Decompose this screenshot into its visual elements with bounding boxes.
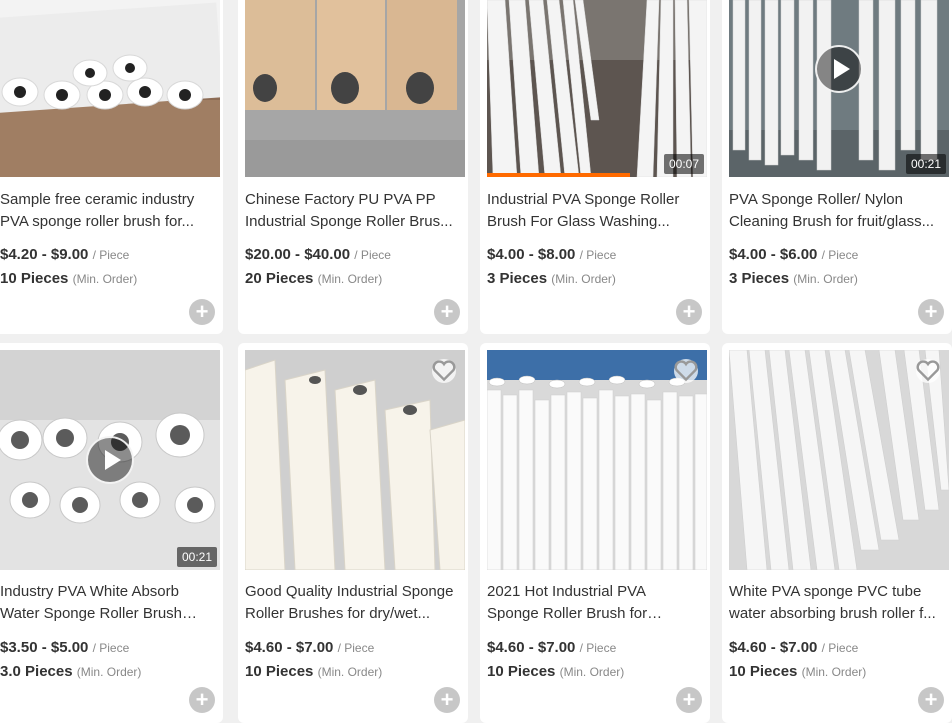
min-order: 10 Pieces	[0, 270, 69, 287]
min-order: 3 Pieces	[487, 270, 548, 287]
min-order-line: 10 Pieces (Min. Order)	[729, 663, 866, 680]
min-order-label: (Min. Order)	[76, 665, 142, 679]
heart-icon[interactable]	[916, 359, 940, 383]
price-line: $4.20 - $9.00 / Piece	[0, 246, 129, 263]
price: $3.50 - $5.00	[0, 639, 89, 656]
min-order: 20 Pieces	[245, 270, 314, 287]
product-card[interactable]: White PVA sponge PVC tube water absorbin…	[722, 343, 952, 723]
min-order-line: 20 Pieces (Min. Order)	[245, 270, 382, 287]
play-icon[interactable]	[815, 45, 863, 93]
min-order-line: 3 Pieces (Min. Order)	[487, 270, 616, 287]
min-order-label: (Min. Order)	[551, 272, 616, 286]
min-order-line: 10 Pieces (Min. Order)	[245, 663, 382, 680]
plus-icon[interactable]: +	[189, 687, 215, 713]
min-order-label: (Min. Order)	[801, 665, 867, 679]
price-unit: / Piece	[337, 641, 375, 655]
min-order-label: (Min. Order)	[72, 272, 138, 286]
min-order-label: (Min. Order)	[793, 272, 858, 286]
price-unit: / Piece	[92, 641, 130, 655]
heart-icon[interactable]	[432, 359, 456, 383]
product-title[interactable]: 2021 Hot Industrial PVA Sponge Roller Br…	[487, 581, 699, 625]
video-duration: 00:21	[905, 154, 946, 174]
price-line: $3.50 - $5.00 / Piece	[0, 639, 129, 656]
product-card[interactable]: 00:21 PVA Sponge Roller/ Nylon Cleaning …	[722, 0, 952, 334]
min-order-line: 10 Pieces (Min. Order)	[0, 270, 137, 287]
product-title[interactable]: White PVA sponge PVC tube water absorbin…	[729, 581, 941, 625]
price: $4.20 - $9.00	[0, 246, 89, 263]
price: $4.60 - $7.00	[245, 639, 334, 656]
product-image[interactable]	[245, 0, 465, 177]
price-line: $4.60 - $7.00 / Piece	[729, 639, 858, 656]
price-unit: / Piece	[821, 248, 859, 262]
price: $4.00 - $8.00	[487, 246, 576, 263]
product-card[interactable]: 00:21 Industry PVA White Absorb Water Sp…	[0, 343, 223, 723]
product-image[interactable]	[0, 0, 220, 177]
product-card[interactable]: Good Quality Industrial Sponge Roller Br…	[238, 343, 468, 723]
video-duration: 00:07	[663, 154, 704, 174]
min-order-line: 10 Pieces (Min. Order)	[487, 663, 624, 680]
price-unit: / Piece	[579, 248, 617, 262]
product-image[interactable]	[245, 350, 465, 570]
heart-icon[interactable]	[674, 359, 698, 383]
price-line: $20.00 - $40.00 / Piece	[245, 246, 391, 263]
plus-icon[interactable]: +	[434, 299, 460, 325]
plus-icon[interactable]: +	[676, 299, 702, 325]
price: $4.60 - $7.00	[729, 639, 818, 656]
product-image[interactable]: 00:07	[487, 0, 707, 177]
price-line: $4.00 - $6.00 / Piece	[729, 246, 858, 263]
min-order: 3.0 Pieces	[0, 663, 73, 680]
min-order: 3 Pieces	[729, 270, 790, 287]
min-order-label: (Min. Order)	[317, 272, 383, 286]
product-card[interactable]: Chinese Factory PU PVA PP Industrial Spo…	[238, 0, 468, 334]
plus-icon[interactable]: +	[434, 687, 460, 713]
min-order-line: 3 Pieces (Min. Order)	[729, 270, 858, 287]
price-line: $4.00 - $8.00 / Piece	[487, 246, 616, 263]
min-order-label: (Min. Order)	[317, 665, 383, 679]
min-order-label: (Min. Order)	[559, 665, 625, 679]
min-order: 10 Pieces	[487, 663, 556, 680]
min-order: 10 Pieces	[245, 663, 314, 680]
price: $20.00 - $40.00	[245, 246, 351, 263]
product-card[interactable]: 2021 Hot Industrial PVA Sponge Roller Br…	[480, 343, 710, 723]
price: $4.00 - $6.00	[729, 246, 818, 263]
product-title[interactable]: Chinese Factory PU PVA PP Industrial Spo…	[245, 189, 457, 233]
price-unit: / Piece	[354, 248, 391, 262]
price-unit: / Piece	[821, 641, 859, 655]
price-line: $4.60 - $7.00 / Piece	[245, 639, 374, 656]
min-order: 10 Pieces	[729, 663, 798, 680]
play-icon[interactable]	[86, 436, 134, 484]
product-card[interactable]: Sample free ceramic industry PVA sponge …	[0, 0, 223, 334]
product-title[interactable]: Sample free ceramic industry PVA sponge …	[0, 189, 212, 233]
product-image[interactable]	[487, 350, 707, 570]
price-line: $4.60 - $7.00 / Piece	[487, 639, 616, 656]
plus-icon[interactable]: +	[676, 687, 702, 713]
product-title[interactable]: Industry PVA White Absorb Water Sponge R…	[0, 581, 212, 625]
product-image[interactable]	[729, 350, 949, 570]
product-card[interactable]: 00:07 Industrial PVA Sponge Roller Brush…	[480, 0, 710, 334]
video-progress-bar	[487, 173, 630, 177]
product-image[interactable]: 00:21	[729, 0, 949, 177]
plus-icon[interactable]: +	[189, 299, 215, 325]
product-title[interactable]: Industrial PVA Sponge Roller Brush For G…	[487, 189, 699, 233]
price-unit: / Piece	[579, 641, 617, 655]
product-title[interactable]: Good Quality Industrial Sponge Roller Br…	[245, 581, 457, 625]
plus-icon[interactable]: +	[918, 687, 944, 713]
video-duration: 00:21	[176, 547, 217, 567]
product-title[interactable]: PVA Sponge Roller/ Nylon Cleaning Brush …	[729, 189, 941, 233]
plus-icon[interactable]: +	[918, 299, 944, 325]
price: $4.60 - $7.00	[487, 639, 576, 656]
product-image[interactable]: 00:21	[0, 350, 220, 570]
price-unit: / Piece	[92, 248, 130, 262]
min-order-line: 3.0 Pieces (Min. Order)	[0, 663, 141, 680]
